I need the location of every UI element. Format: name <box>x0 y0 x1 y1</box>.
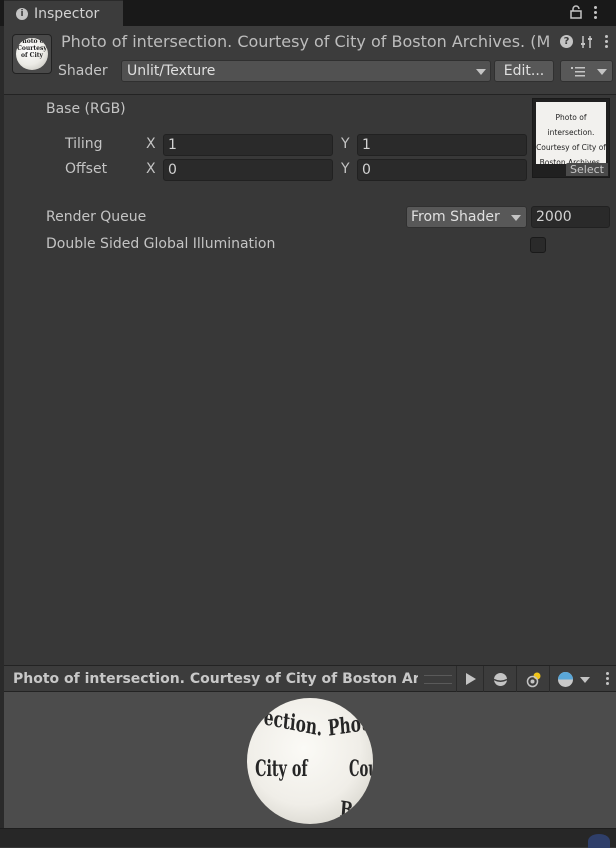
preview-toolbar: Photo of intersection. Courtesy of City … <box>4 665 616 692</box>
offset-x-field[interactable]: 0 <box>163 159 333 181</box>
chevron-down-icon <box>511 215 521 221</box>
tiling-label: Tiling <box>65 136 103 152</box>
lock-icon[interactable] <box>570 5 582 19</box>
texture-slot[interactable]: Photo of intersection. Courtesy of City … <box>532 98 610 178</box>
play-button[interactable] <box>456 666 483 692</box>
tiling-y-label: Y <box>341 136 350 152</box>
offset-label: Offset <box>65 161 108 177</box>
list-icon <box>571 67 585 77</box>
render-queue-label: Render Queue <box>46 209 147 225</box>
tab-bar: i Inspector <box>0 0 616 26</box>
mesh-sphere-icon <box>493 673 508 686</box>
status-bar <box>0 828 616 848</box>
render-queue-field[interactable]: 2000 <box>531 206 610 228</box>
double-sided-gi-checkbox[interactable] <box>530 237 546 253</box>
help-icon[interactable]: ? <box>560 35 573 48</box>
double-sided-gi-label: Double Sided Global Illumination <box>46 236 276 252</box>
edit-button[interactable]: Edit... <box>494 60 554 82</box>
thumbnail-sphere: Photo of Courtesy of City <box>16 38 48 70</box>
info-icon: i <box>16 8 28 20</box>
shader-options-button[interactable] <box>560 60 613 82</box>
tab-menu-icon[interactable] <box>594 6 597 21</box>
texture-preview-image: Photo of intersection. Courtesy of City … <box>536 102 606 167</box>
sphere-text: City of <box>255 756 308 782</box>
tiling-x-field[interactable]: 1 <box>163 134 333 156</box>
shader-label: Shader <box>58 63 108 79</box>
sphere-text: Photo <box>326 708 373 742</box>
texture-text-line: Courtesy of City of <box>536 143 606 152</box>
shader-dropdown[interactable]: Unlit/Texture <box>121 60 491 82</box>
sphere-text: Bo <box>339 796 365 824</box>
texture-text-line: Photo of intersection. <box>547 113 595 137</box>
render-queue-mode: From Shader <box>411 209 500 225</box>
offset-x-label: X <box>146 161 156 177</box>
tiling-x-label: X <box>146 136 156 152</box>
preview-title: Photo of intersection. Courtesy of City … <box>13 671 418 687</box>
tab-label: Inspector <box>34 6 100 22</box>
base-rgb-label: Base (RGB) <box>46 101 126 117</box>
material-preview[interactable]: ection. Photo City of Court Bo <box>4 692 616 828</box>
skybox-sphere-icon <box>558 672 573 687</box>
header-menu-icon[interactable] <box>605 35 608 50</box>
offset-y-field[interactable]: 0 <box>357 159 527 181</box>
tiling-y-field[interactable]: 1 <box>357 134 527 156</box>
preview-light-button[interactable] <box>516 666 549 692</box>
preview-background-button[interactable] <box>549 666 595 692</box>
light-icon <box>526 672 541 688</box>
shader-value: Unlit/Texture <box>127 63 216 79</box>
material-title: Photo of intersection. Courtesy of City … <box>61 32 551 51</box>
texture-select-button[interactable]: Select <box>566 163 608 176</box>
preview-mesh-button[interactable] <box>483 666 516 692</box>
preview-menu-icon[interactable] <box>606 672 609 687</box>
render-queue-dropdown[interactable]: From Shader <box>406 206 527 228</box>
preset-icon[interactable] <box>579 34 595 50</box>
material-thumbnail: Photo of Courtesy of City <box>12 34 52 74</box>
play-icon <box>466 673 476 685</box>
sphere-text: ection. <box>262 704 324 742</box>
preview-sphere: ection. Photo City of Court Bo <box>247 698 373 824</box>
offset-y-label: Y <box>341 161 350 177</box>
material-header: Photo of Courtesy of City Photo of inter… <box>4 26 616 95</box>
resize-grip[interactable] <box>424 675 452 684</box>
tab-inspector[interactable]: i Inspector <box>4 0 123 26</box>
chevron-down-icon <box>476 69 486 75</box>
sphere-text: Court <box>348 756 373 782</box>
chevron-down-icon <box>580 677 590 683</box>
chevron-down-icon <box>597 69 607 75</box>
